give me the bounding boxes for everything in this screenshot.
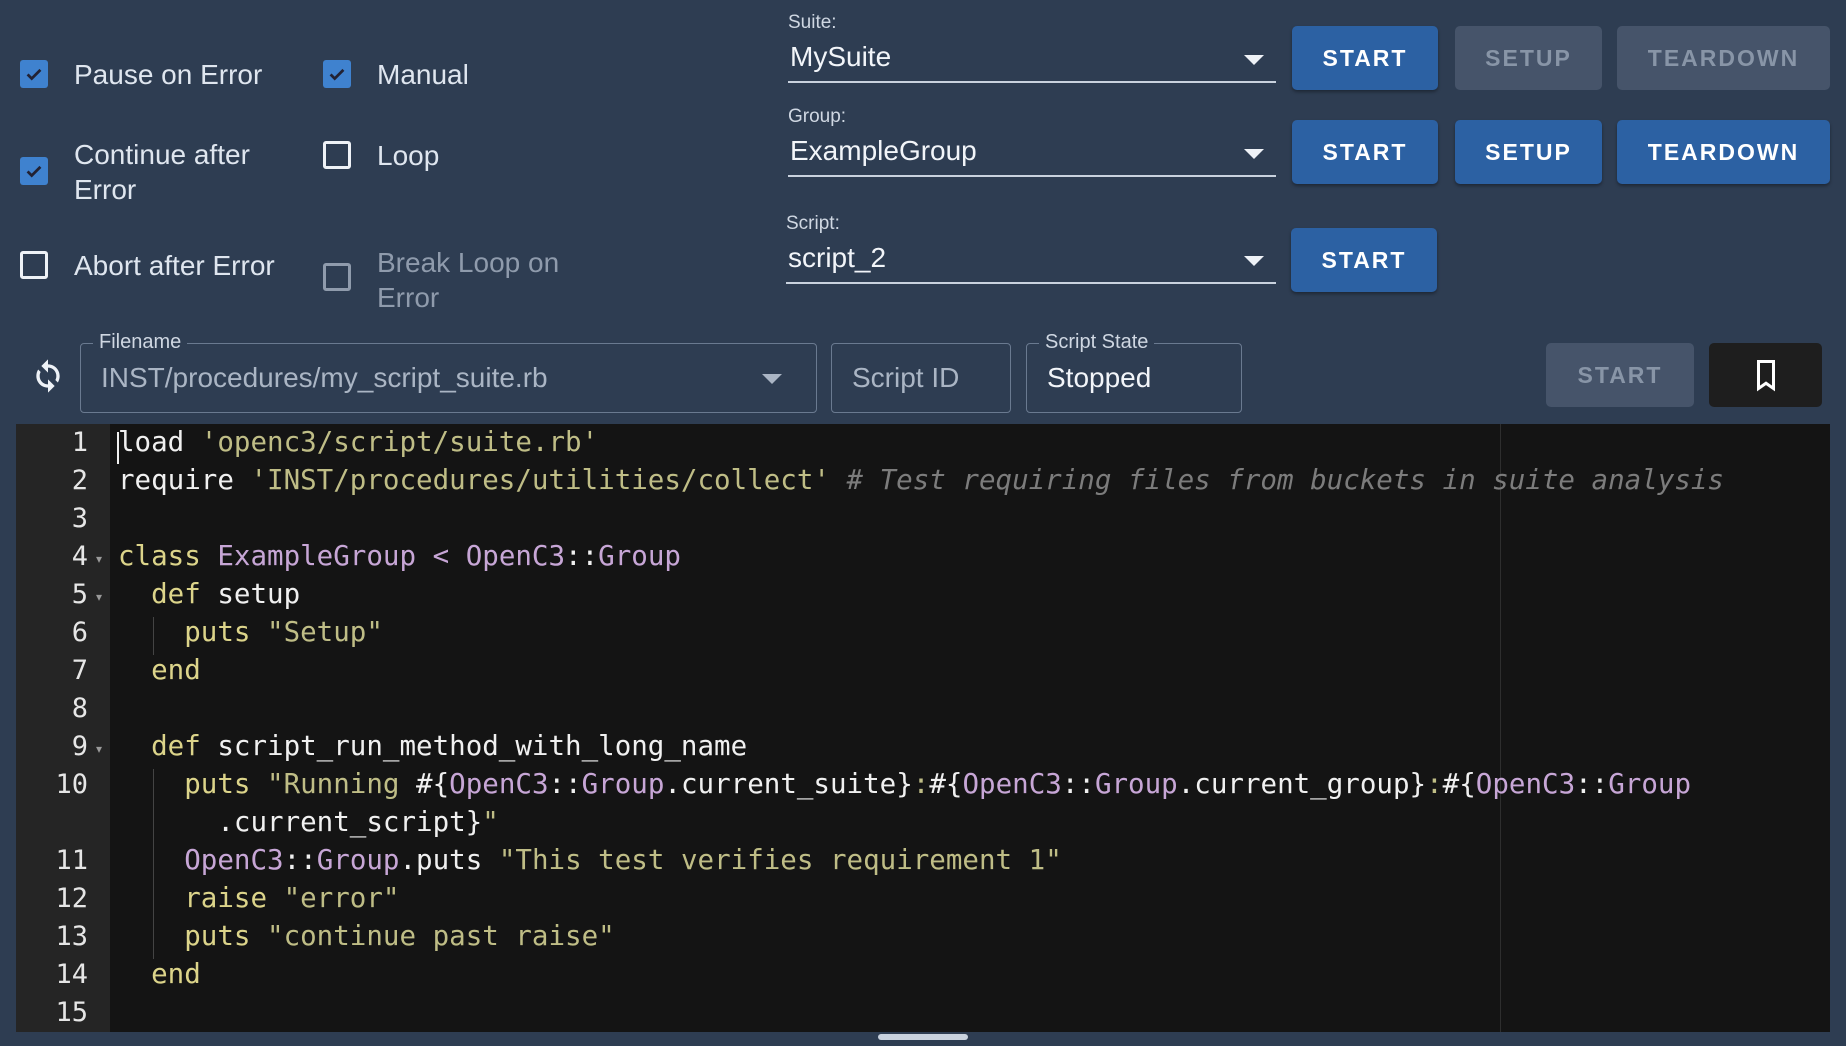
code-line: puts "Running #{OpenC3::Group.current_su… xyxy=(118,768,1692,800)
suite-label: Suite: xyxy=(788,12,837,33)
dropdown-arrow-icon xyxy=(1244,256,1264,266)
code-line: end xyxy=(118,958,201,990)
fold-arrow-icon[interactable]: ▾ xyxy=(96,552,102,566)
code-line: class ExampleGroup < OpenC3::Group xyxy=(118,540,681,572)
line-number-gutter: 1 2 3 4 5 6 7 8 9 10 11 12 13 14 15 ▾ ▾ … xyxy=(16,424,110,1032)
bookmark-button[interactable] xyxy=(1709,343,1822,407)
line-number: 14 xyxy=(55,959,88,990)
checkbox-unchecked-icon xyxy=(323,141,351,169)
code-line: OpenC3::Group.puts "This test verifies r… xyxy=(118,844,1062,876)
pause-on-error-checkbox[interactable]: Pause on Error xyxy=(20,59,263,92)
fold-arrow-icon[interactable]: ▾ xyxy=(96,742,102,756)
script-id-placeholder: Script ID xyxy=(852,362,960,393)
continue-after-error-checkbox[interactable]: Continue after Error xyxy=(20,137,284,207)
checkbox-checked-icon xyxy=(20,157,48,185)
code-line: puts "continue past raise" xyxy=(118,920,615,952)
suite-start-button[interactable]: START xyxy=(1292,26,1438,90)
break-loop-on-error-checkbox[interactable]: Break Loop on Error xyxy=(323,245,587,315)
run-start-button[interactable]: START xyxy=(1546,343,1694,407)
group-setup-button[interactable]: SETUP xyxy=(1455,120,1602,184)
break-loop-on-error-label: Break Loop on Error xyxy=(377,247,560,313)
line-number: 5 xyxy=(71,579,88,610)
print-margin xyxy=(1500,424,1501,1032)
loop-label: Loop xyxy=(377,140,440,171)
line-number: 13 xyxy=(55,921,88,952)
filename-legend: Filename xyxy=(93,331,188,354)
dropdown-arrow-icon xyxy=(1244,149,1264,159)
code-line: load 'openc3/script/suite.rb' xyxy=(118,426,599,458)
line-number: 11 xyxy=(55,845,88,876)
fold-arrow-icon[interactable]: ▾ xyxy=(96,590,102,604)
line-number: 2 xyxy=(71,465,88,496)
dropdown-arrow-icon xyxy=(1244,55,1264,65)
line-number: 10 xyxy=(55,769,88,800)
checkbox-unchecked-icon xyxy=(20,251,48,279)
code-line: def script_run_method_with_long_name xyxy=(118,730,748,762)
line-number: 12 xyxy=(55,883,88,914)
suite-teardown-button[interactable]: TEARDOWN xyxy=(1617,26,1830,90)
line-number: 1 xyxy=(71,427,88,458)
loop-checkbox[interactable]: Loop xyxy=(323,140,440,173)
code-line: def setup xyxy=(118,578,301,610)
manual-checkbox[interactable]: Manual xyxy=(323,59,469,92)
suite-value: MySuite xyxy=(790,41,892,72)
pause-on-error-label: Pause on Error xyxy=(74,59,263,90)
reload-icon[interactable] xyxy=(28,356,68,396)
line-number: 6 xyxy=(71,617,88,648)
script-state-legend: Script State xyxy=(1039,331,1155,354)
script-id-field[interactable]: Script ID xyxy=(831,343,1011,413)
checkbox-unchecked-icon xyxy=(323,263,351,291)
code-editor[interactable]: 1 2 3 4 5 6 7 8 9 10 11 12 13 14 15 ▾ ▾ … xyxy=(16,424,1830,1032)
checkbox-checked-icon xyxy=(323,60,351,88)
resize-handle[interactable] xyxy=(878,1034,968,1040)
manual-label: Manual xyxy=(377,59,469,90)
script-start-button[interactable]: START xyxy=(1291,228,1437,292)
script-value: script_2 xyxy=(788,242,887,273)
suite-setup-button[interactable]: SETUP xyxy=(1455,26,1602,90)
group-teardown-button[interactable]: TEARDOWN xyxy=(1617,120,1830,184)
filename-value: INST/procedures/my_script_suite.rb xyxy=(101,362,548,393)
line-number: 15 xyxy=(55,997,88,1028)
script-select[interactable]: script_2 xyxy=(786,236,1276,284)
group-start-button[interactable]: START xyxy=(1292,120,1438,184)
script-state-value: Stopped xyxy=(1047,362,1152,393)
code-line: raise "error" xyxy=(118,882,400,914)
line-number: 8 xyxy=(71,693,88,724)
code-line: puts "Setup" xyxy=(118,616,383,648)
code-line: end xyxy=(118,654,201,686)
filename-field[interactable]: Filename INST/procedures/my_script_suite… xyxy=(80,331,817,413)
line-number: 3 xyxy=(71,503,88,534)
line-number: 7 xyxy=(71,655,88,686)
dropdown-arrow-icon xyxy=(762,374,782,384)
checkbox-checked-icon xyxy=(20,60,48,88)
line-number: 9 xyxy=(71,731,88,762)
group-label: Group: xyxy=(788,106,847,127)
script-state-field: Script State Stopped xyxy=(1026,331,1242,413)
code-line: require 'INST/procedures/utilities/colle… xyxy=(118,464,1724,496)
abort-after-error-label: Abort after Error xyxy=(74,250,275,281)
abort-after-error-checkbox[interactable]: Abort after Error xyxy=(20,250,275,283)
line-number: 4 xyxy=(71,541,88,572)
script-label: Script: xyxy=(786,213,840,234)
code-line: .current_script}" xyxy=(118,806,499,838)
bookmark-icon xyxy=(1756,360,1775,392)
group-value: ExampleGroup xyxy=(790,135,977,166)
group-select[interactable]: ExampleGroup xyxy=(788,129,1276,177)
suite-select[interactable]: MySuite xyxy=(788,35,1276,83)
continue-after-error-label: Continue after Error xyxy=(74,139,250,205)
